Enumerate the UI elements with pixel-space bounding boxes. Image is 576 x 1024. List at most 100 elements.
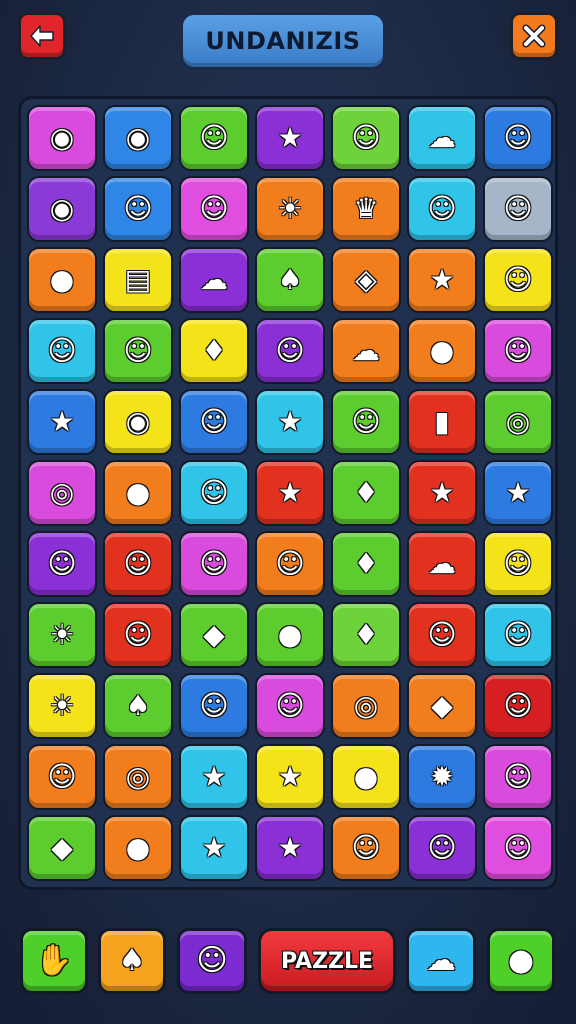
puzzle-button[interactable]: PAZZLE xyxy=(258,928,396,994)
game-tile[interactable]: ★ xyxy=(179,815,249,881)
blob-face-icon: ◉ xyxy=(49,121,75,154)
game-tile[interactable]: ☺ xyxy=(331,815,401,881)
game-tile[interactable]: ★ xyxy=(255,744,325,810)
game-tile[interactable]: ☺ xyxy=(103,531,173,597)
game-tile[interactable]: ◉ xyxy=(103,389,173,455)
game-tile[interactable]: ♠ xyxy=(103,673,173,739)
game-tile[interactable]: ◆ xyxy=(27,815,97,881)
game-tile[interactable]: ♠ xyxy=(255,247,325,313)
game-tile[interactable]: ☁ xyxy=(179,247,249,313)
blob-face-icon: ☺ xyxy=(427,831,457,864)
game-tile[interactable]: ☺ xyxy=(179,105,249,171)
carrot-icon: ♠ xyxy=(118,943,146,978)
game-tile[interactable]: ● xyxy=(407,318,477,384)
blob-face-icon: ☺ xyxy=(503,263,533,296)
game-tile[interactable]: ♦ xyxy=(179,318,249,384)
game-tile[interactable]: ◉ xyxy=(27,176,97,242)
game-tile[interactable]: ● xyxy=(103,460,173,526)
game-tile[interactable]: ☺ xyxy=(27,531,97,597)
game-tile[interactable]: ◈ xyxy=(331,247,401,313)
game-tile[interactable]: ☁ xyxy=(407,531,477,597)
game-tile[interactable]: ◆ xyxy=(179,602,249,668)
egg-icon: ● xyxy=(125,476,151,509)
game-tile[interactable]: ☺ xyxy=(483,318,553,384)
arrow-left-icon xyxy=(30,25,54,47)
game-tile[interactable]: ★ xyxy=(407,247,477,313)
game-tile[interactable]: ♦ xyxy=(331,602,401,668)
game-tile[interactable]: ☺ xyxy=(331,389,401,455)
game-tile[interactable]: ★ xyxy=(255,815,325,881)
game-tile[interactable]: ☺ xyxy=(407,602,477,668)
game-tile[interactable]: ★ xyxy=(255,460,325,526)
game-tile[interactable]: ♦ xyxy=(331,531,401,597)
game-tile[interactable]: ☺ xyxy=(483,105,553,171)
game-tile[interactable]: ▤ xyxy=(103,247,173,313)
game-tile[interactable]: ☺ xyxy=(179,531,249,597)
drop-face-icon: ☺ xyxy=(199,547,229,580)
close-x-icon xyxy=(522,24,546,48)
game-tile[interactable]: ☺ xyxy=(407,815,477,881)
game-tile[interactable]: ☺ xyxy=(483,815,553,881)
hand-button[interactable]: ✋ xyxy=(20,928,88,994)
game-tile[interactable]: ☺ xyxy=(255,673,325,739)
game-tile[interactable]: ● xyxy=(103,815,173,881)
game-tile[interactable]: ☀ xyxy=(27,673,97,739)
game-tile[interactable]: ☺ xyxy=(483,744,553,810)
game-tile[interactable]: ● xyxy=(27,247,97,313)
game-tile[interactable]: ☺ xyxy=(483,673,553,739)
game-tile[interactable]: ★ xyxy=(179,744,249,810)
game-tile[interactable]: ☀ xyxy=(27,602,97,668)
crab-face-icon: ☺ xyxy=(503,547,533,580)
bubble-button[interactable]: ● xyxy=(487,928,555,994)
back-button[interactable] xyxy=(18,12,66,60)
game-tile[interactable]: ★ xyxy=(483,460,553,526)
game-tile[interactable]: ☁ xyxy=(331,318,401,384)
crown-face-icon: ♛ xyxy=(353,192,379,225)
game-tile[interactable]: ☺ xyxy=(483,602,553,668)
game-tile[interactable]: ☺ xyxy=(483,176,553,242)
star-icon: ★ xyxy=(277,831,303,864)
game-tile[interactable]: ☺ xyxy=(483,531,553,597)
game-tile[interactable]: ◎ xyxy=(331,673,401,739)
close-button[interactable] xyxy=(510,12,558,60)
game-tile[interactable]: ☺ xyxy=(103,318,173,384)
drop-face-icon: ☺ xyxy=(199,192,229,225)
game-tile[interactable]: ☺ xyxy=(407,176,477,242)
game-tile[interactable]: ◉ xyxy=(27,105,97,171)
game-tile[interactable]: ★ xyxy=(407,460,477,526)
flag-icon: ▤ xyxy=(124,263,152,296)
game-tile[interactable]: ◎ xyxy=(483,389,553,455)
game-tile[interactable]: ✹ xyxy=(407,744,477,810)
star-icon: ★ xyxy=(49,405,75,438)
game-tile[interactable]: ☺ xyxy=(179,673,249,739)
game-tile[interactable]: ☀ xyxy=(255,176,325,242)
cloud-button[interactable]: ☁ xyxy=(406,928,476,994)
game-tile[interactable]: ☺ xyxy=(255,318,325,384)
game-tile[interactable]: ☁ xyxy=(407,105,477,171)
game-tile[interactable]: ◎ xyxy=(103,744,173,810)
game-tile[interactable]: ♛ xyxy=(331,176,401,242)
game-tile[interactable]: ☺ xyxy=(27,744,97,810)
carrot-button[interactable]: ♠ xyxy=(98,928,166,994)
chick-button[interactable]: ☺ xyxy=(177,928,247,994)
game-tile[interactable]: ☺ xyxy=(103,176,173,242)
game-tile[interactable]: ☺ xyxy=(103,602,173,668)
game-tile[interactable]: ☺ xyxy=(27,318,97,384)
game-tile[interactable]: ☺ xyxy=(179,176,249,242)
game-tile[interactable]: ☺ xyxy=(179,460,249,526)
game-tile[interactable]: ● xyxy=(331,744,401,810)
ice-cream-icon: ● xyxy=(277,618,303,651)
game-tile[interactable]: ♦ xyxy=(331,460,401,526)
game-tile[interactable]: ◉ xyxy=(103,105,173,171)
game-tile[interactable]: ☺ xyxy=(483,247,553,313)
game-tile[interactable]: ☺ xyxy=(331,105,401,171)
game-tile[interactable]: ☺ xyxy=(179,389,249,455)
game-tile[interactable]: ▮ xyxy=(407,389,477,455)
game-tile[interactable]: ◆ xyxy=(407,673,477,739)
game-tile[interactable]: ◎ xyxy=(27,460,97,526)
game-tile[interactable]: ● xyxy=(255,602,325,668)
game-tile[interactable]: ★ xyxy=(255,389,325,455)
game-tile[interactable]: ★ xyxy=(27,389,97,455)
game-tile[interactable]: ☺ xyxy=(255,531,325,597)
game-tile[interactable]: ★ xyxy=(255,105,325,171)
